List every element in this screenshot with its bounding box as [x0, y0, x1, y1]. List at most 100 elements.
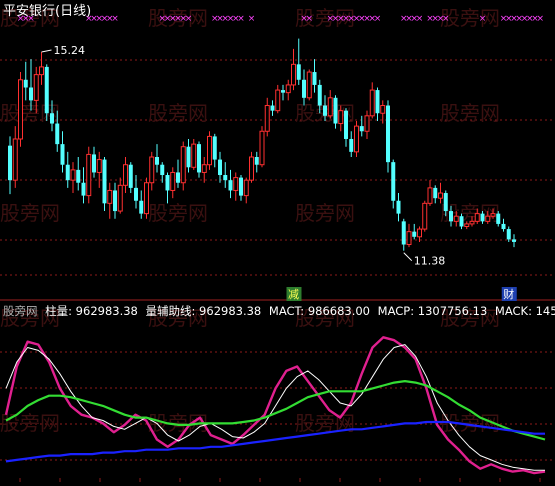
high-price-label: 15.24	[54, 44, 86, 57]
candle-body-down	[113, 190, 117, 212]
candle-body-down	[60, 144, 65, 165]
watermark-text: 股旁网	[0, 201, 60, 225]
candle-body-down	[506, 229, 511, 240]
candle-body-up	[275, 89, 281, 112]
indicator-value-mact: MACT: 986683.00	[268, 304, 371, 318]
candle-body-down	[270, 105, 275, 111]
watermark-text: 股旁网	[295, 201, 355, 225]
candle-body-up	[354, 125, 359, 153]
low-price-label: 11.38	[414, 255, 446, 268]
candle-body-down	[218, 159, 222, 176]
candle-body-down	[223, 175, 228, 181]
candle-body-up	[259, 130, 265, 166]
candle-body-down	[102, 159, 107, 204]
candle-body-down	[134, 187, 138, 201]
candle-body-up	[201, 164, 207, 173]
watermark-text: 股旁网	[148, 201, 208, 225]
chart-title: 平安银行(日线)	[3, 4, 91, 19]
signal-marker: ×	[111, 14, 119, 24]
candle-body-down	[496, 213, 501, 224]
candle-body-down	[29, 87, 33, 101]
indicator-site-label: 股旁网	[3, 304, 38, 318]
candle-body-up	[306, 71, 312, 99]
candle-body-down	[501, 223, 506, 230]
candle-body-up	[207, 135, 212, 166]
candle-body-down	[312, 72, 317, 85]
candle-body-down	[281, 90, 285, 93]
signal-marker: ×	[185, 14, 193, 24]
candle-body-down	[443, 193, 448, 212]
candle-body-down	[228, 180, 233, 191]
candle	[44, 64, 49, 121]
candle-body-up	[422, 202, 428, 230]
candle-body-up	[327, 97, 333, 117]
reduce-badge: 减	[288, 288, 299, 301]
signal-marker: ×	[237, 14, 245, 24]
candle	[86, 146, 92, 204]
candle-body-down	[449, 211, 453, 222]
candle-body-up	[285, 84, 291, 94]
candle-body-up	[191, 143, 197, 168]
candle-body-down	[128, 164, 133, 188]
candle-body-down	[512, 239, 516, 242]
candle-body-up	[149, 156, 155, 184]
candle	[102, 157, 107, 212]
candle-body-up	[180, 146, 186, 184]
signal-marker: ×	[305, 14, 313, 24]
candle-body-up	[464, 223, 470, 227]
candle-body-up	[490, 213, 496, 217]
candle-body-up	[86, 153, 92, 197]
candle-body-down	[391, 162, 396, 201]
candle	[180, 141, 186, 191]
candle-body-up	[427, 187, 433, 204]
candle-body-down	[359, 126, 364, 132]
candle	[422, 200, 428, 232]
candle-body-down	[296, 64, 301, 80]
indicator-value-bar-volume: 柱量: 962983.38	[45, 304, 138, 318]
candle	[18, 72, 23, 147]
candle-body-down	[317, 84, 322, 106]
candle-body-down	[302, 79, 306, 98]
signal-marker: ×	[416, 14, 424, 24]
candle	[386, 100, 390, 173]
candle-body-up	[33, 74, 39, 101]
candle-body-up	[417, 228, 422, 238]
candle-body-down	[76, 169, 81, 183]
candle-body-up	[123, 164, 128, 186]
watermark-text: 股旁网	[295, 411, 355, 435]
wealth-badge: 财	[503, 287, 514, 301]
candle-body-up	[406, 231, 412, 246]
candle-body-down	[212, 136, 217, 160]
candle-body-down	[50, 113, 54, 124]
candle-body-up	[485, 215, 491, 222]
signal-marker: ×	[248, 14, 256, 24]
watermark-text: 股旁网	[0, 411, 60, 435]
candle	[197, 141, 201, 178]
candle	[144, 177, 149, 219]
candle-body-up	[380, 105, 386, 114]
candle	[207, 131, 212, 170]
candle-body-down	[459, 216, 464, 227]
candle-body-down	[401, 221, 406, 245]
candle-body-down	[92, 154, 96, 173]
candle-body-down	[386, 105, 390, 163]
chart-background	[0, 0, 555, 482]
candle-body-up	[170, 171, 176, 191]
candle-body-up	[39, 66, 44, 76]
signal-marker: ×	[442, 14, 450, 24]
candle-body-up	[453, 215, 459, 222]
watermark-text: 股旁网	[440, 101, 500, 125]
candle-body-up	[474, 213, 480, 222]
candle-body-down	[344, 110, 348, 139]
candle-body-up	[96, 159, 102, 173]
candle-body-up	[264, 105, 270, 132]
candle-body-down	[333, 97, 338, 124]
candle-body-down	[254, 157, 259, 165]
candle-body-down	[139, 200, 144, 214]
candle-body-up	[18, 79, 23, 140]
chart-canvas: 股旁网 股旁网 股旁网 股旁网股旁网 股旁网 股旁网股旁网 股旁网 股旁网 股旁网股旁网 股旁网股…	[0, 0, 555, 482]
candle-body-down	[323, 105, 327, 116]
candle-body-up	[117, 184, 123, 212]
candle-body-down	[239, 177, 243, 196]
candle-body-down	[23, 79, 28, 88]
